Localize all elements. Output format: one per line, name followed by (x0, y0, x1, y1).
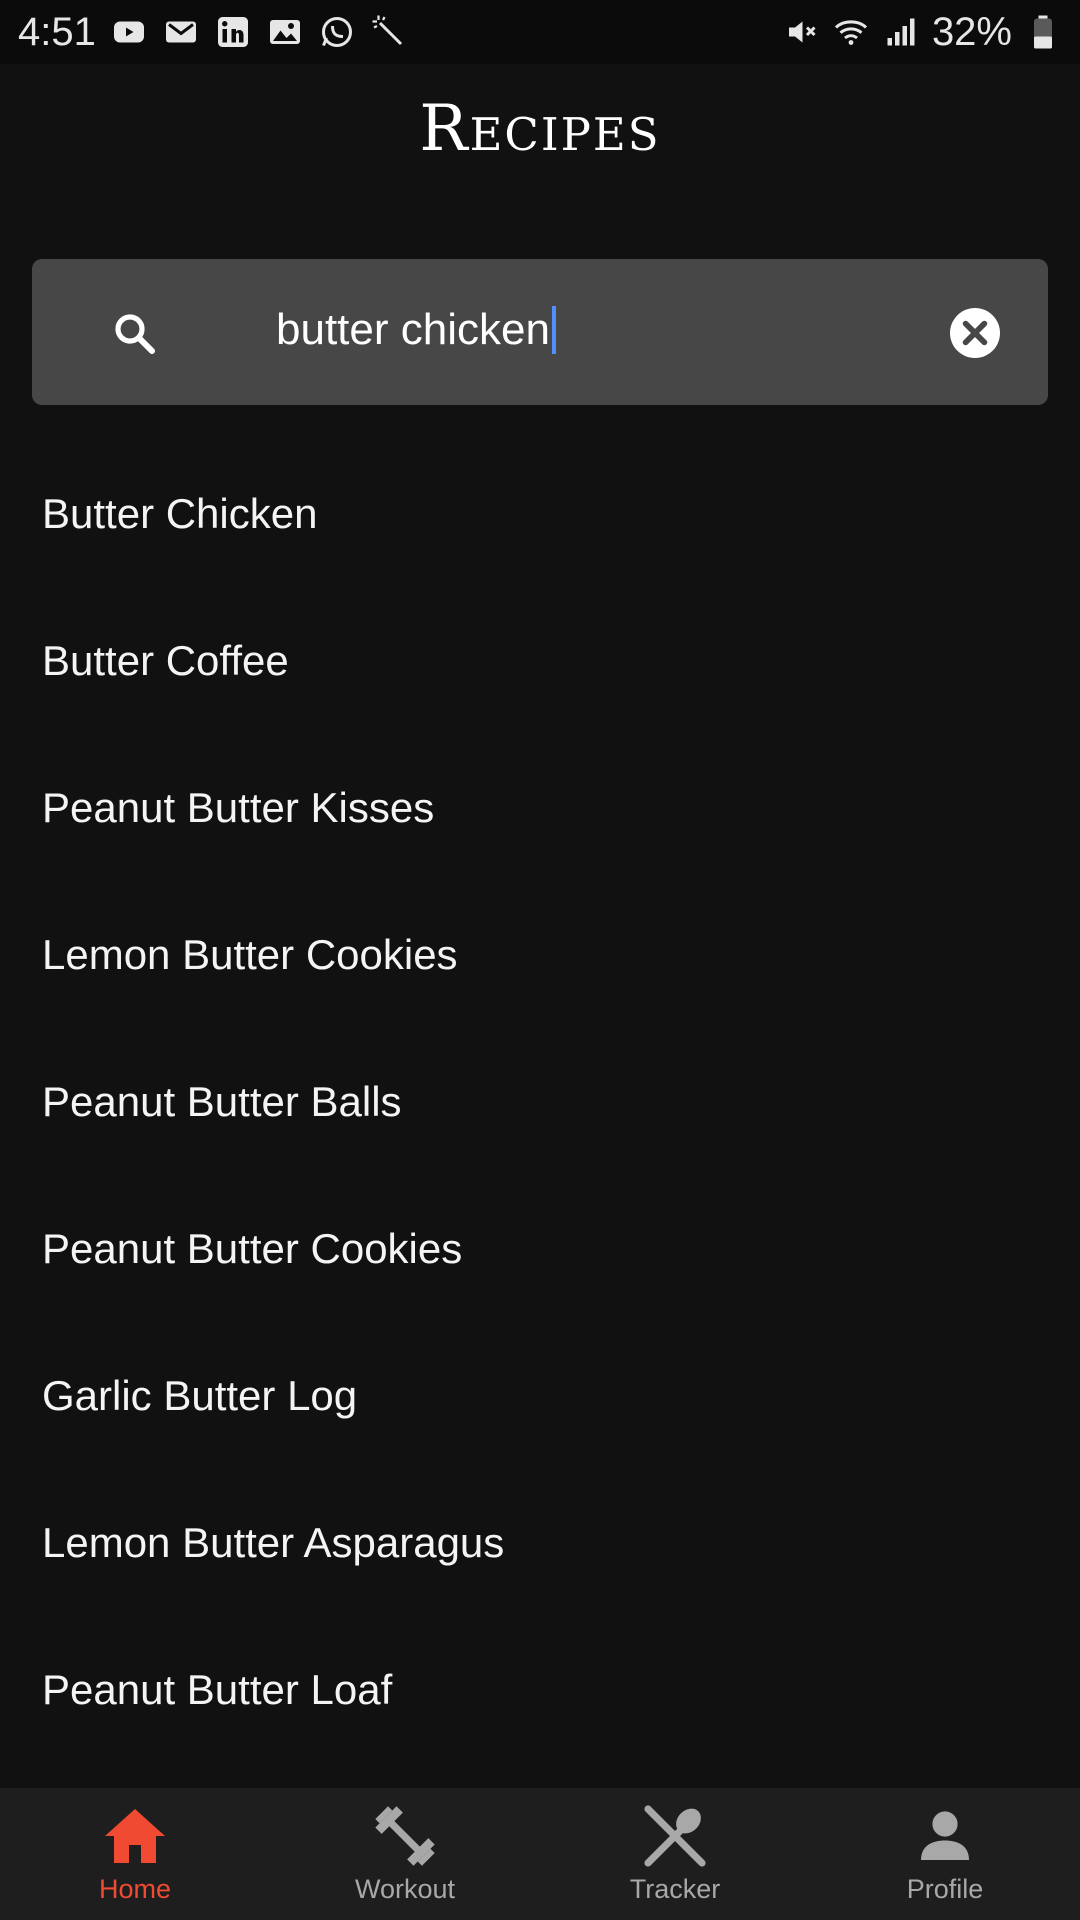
nav-label-home: Home (98, 1874, 172, 1904)
nav-label-profile: Profile (906, 1874, 984, 1904)
list-item[interactable]: Peanut Butter Balls (0, 1028, 1080, 1175)
whatsapp-icon (318, 13, 356, 51)
list-item[interactable]: Garlic Butter Log (0, 1322, 1080, 1469)
dumbbell-icon (375, 1806, 435, 1866)
magic-wand-icon (370, 13, 408, 51)
person-icon (921, 1811, 969, 1860)
status-bar: 4:51 32% (0, 0, 1080, 64)
status-time: 4:51 (18, 9, 96, 54)
search-bar[interactable]: butter chicken (32, 259, 1048, 405)
nav-item-tracker[interactable]: Tracker (540, 1788, 810, 1920)
gmail-icon (162, 13, 200, 51)
close-icon (950, 308, 1000, 358)
utensils-icon (644, 1805, 706, 1867)
clear-search-button[interactable] (950, 308, 1000, 358)
wifi-icon (832, 13, 870, 51)
results-list: Butter Chicken Butter Coffee Peanut Butt… (0, 440, 1080, 1763)
home-icon (105, 1809, 165, 1863)
battery-icon (1024, 13, 1062, 51)
search-input-value: butter chicken (276, 305, 550, 354)
list-item[interactable]: Butter Chicken (0, 440, 1080, 587)
youtube-icon (110, 13, 148, 51)
text-caret (551, 306, 556, 354)
mute-icon (782, 13, 820, 51)
nav-label-workout: Workout (354, 1874, 456, 1904)
gallery-icon (266, 13, 304, 51)
nav-item-workout[interactable]: Workout (270, 1788, 540, 1920)
nav-item-home[interactable]: Home (0, 1788, 270, 1920)
nav-item-profile[interactable]: Profile (810, 1788, 1080, 1920)
battery-percentage: 32% (931, 9, 1012, 54)
list-item[interactable]: Peanut Butter Loaf (0, 1616, 1080, 1763)
list-item[interactable]: Lemon Butter Asparagus (0, 1469, 1080, 1616)
list-item[interactable]: Peanut Butter Kisses (0, 734, 1080, 881)
linkedin-icon (214, 13, 252, 51)
nav-label-tracker: Tracker (629, 1874, 721, 1904)
signal-icon (882, 13, 920, 51)
list-item[interactable]: Peanut Butter Cookies (0, 1175, 1080, 1322)
list-item[interactable]: Butter Coffee (0, 587, 1080, 734)
search-icon (110, 309, 158, 357)
list-item[interactable]: Lemon Butter Cookies (0, 881, 1080, 1028)
page-title: Recipes (419, 92, 661, 166)
search-input[interactable]: butter chicken (276, 305, 556, 355)
bottom-navigation: Home Workout Tracker Profile (0, 1788, 1080, 1920)
